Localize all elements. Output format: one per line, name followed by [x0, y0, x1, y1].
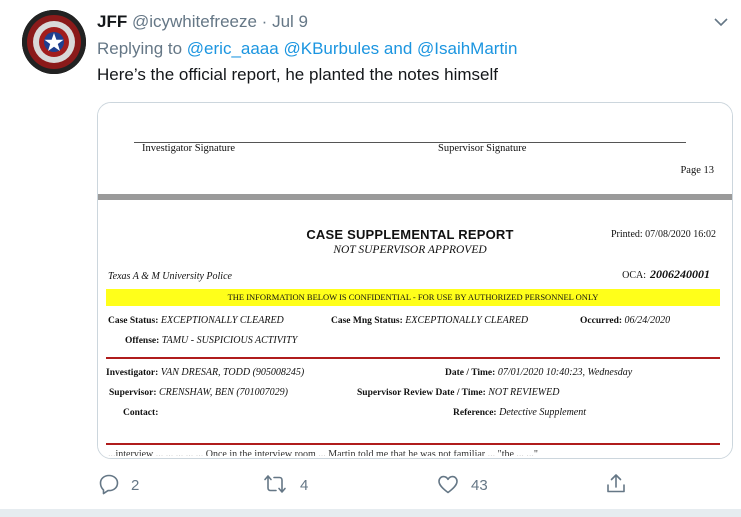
like-icon[interactable] [436, 472, 460, 496]
investigator-value: VAN DRESAR, TODD (905008245) [160, 367, 305, 378]
narrative-cutoff: ...interview ... ... ... ... ... Once in… [108, 450, 539, 456]
like-count: 43 [471, 477, 488, 494]
mention-kburbules[interactable]: @KBurbules [283, 39, 379, 58]
oca-field: OCA: 2006240001 [622, 267, 710, 282]
tweet-text: Here’s the official report, he planted t… [97, 65, 498, 84]
police-report-document: Investigator Signature Supervisor Signat… [98, 103, 732, 458]
reference-value: Detective Supplement [499, 407, 587, 418]
datetime-value: 07/01/2020 10:40:23, Wednesday [497, 367, 633, 378]
case-status-value: EXCEPTIONALLY CLEARED [160, 315, 284, 326]
case-mng-value: EXCEPTIONALLY CLEARED [405, 315, 529, 326]
supervisor-review-value: NOT REVIEWED [488, 387, 560, 398]
shield-avatar-icon [22, 10, 86, 74]
mention-eric[interactable]: @eric_aaaa [187, 39, 279, 58]
contact-label: Contact: [123, 408, 159, 418]
case-mng-row: Case Mng Status: EXCEPTIONALLY CLEARED [331, 315, 528, 326]
datetime-label: Date / Time: [445, 368, 496, 378]
avatar[interactable] [22, 10, 86, 74]
reply-count: 2 [131, 477, 140, 494]
feed-divider [0, 509, 741, 517]
case-mng-label: Case Mng Status: [331, 316, 403, 326]
case-status-label: Case Status: [108, 316, 159, 326]
supervisor-row: Supervisor: CRENSHAW, BEN (701007029) [109, 387, 288, 398]
supervisor-value: CRENSHAW, BEN (701007029) [159, 387, 288, 398]
supervisor-signature-label: Supervisor Signature [438, 143, 527, 154]
oca-label: OCA: [622, 270, 646, 281]
tweet-date[interactable]: Jul 9 [272, 12, 308, 31]
offense-row: Offense: TAMU - SUSPICIOUS ACTIVITY [125, 335, 297, 346]
replying-to-label: Replying to [97, 39, 183, 58]
tweet-image[interactable]: Investigator Signature Supervisor Signat… [97, 102, 733, 459]
investigator-row: Investigator: VAN DRESAR, TODD (90500824… [106, 367, 304, 378]
section-rule [106, 357, 720, 359]
offense-label: Offense: [125, 336, 160, 346]
tweet: JFF @icywhitefreeze · Jul 9 Replying to … [0, 0, 741, 509]
share-icon[interactable] [604, 472, 628, 496]
department-name: Texas A & M University Police [108, 271, 232, 282]
supervisor-label: Supervisor: [109, 388, 157, 398]
occurred-value: 06/24/2020 [624, 315, 671, 326]
separator-dot: · [261, 12, 268, 31]
page-number: Page 13 [680, 165, 714, 176]
confidential-banner: THE INFORMATION BELOW IS CONFIDENTIAL - … [106, 289, 720, 306]
reply-icon[interactable] [97, 472, 121, 496]
case-status-row: Case Status: EXCEPTIONALLY CLEARED [108, 315, 284, 326]
user-handle[interactable]: @icywhitefreeze [132, 12, 257, 31]
printed-date: Printed: 07/08/2020 16:02 [611, 229, 716, 240]
occurred-label: Occurred: [580, 316, 623, 326]
tweet-header: JFF @icywhitefreeze · Jul 9 [97, 12, 308, 32]
display-name[interactable]: JFF [97, 12, 127, 31]
supervisor-review-label: Supervisor Review Date / Time: [357, 388, 486, 398]
reference-row: Reference: Detective Supplement [453, 407, 586, 418]
chevron-down-icon[interactable] [711, 12, 731, 32]
oca-number: 2006240001 [650, 267, 710, 281]
occurred-row: Occurred: 06/24/2020 [580, 315, 670, 326]
mention-isaihmartin[interactable]: @IsaihMartin [417, 39, 517, 58]
page-divider [98, 194, 732, 200]
section-rule-bottom [106, 443, 720, 445]
investigator-label: Investigator: [106, 368, 159, 378]
retweet-icon[interactable] [263, 472, 287, 496]
supervisor-review-row: Supervisor Review Date / Time: NOT REVIE… [357, 387, 559, 398]
datetime-row: Date / Time: 07/01/2020 10:40:23, Wednes… [445, 367, 632, 378]
investigator-signature-label: Investigator Signature [142, 143, 236, 154]
reply-action[interactable] [97, 472, 119, 502]
reference-label: Reference: [453, 408, 497, 418]
replying-to: Replying to @eric_aaaa @KBurbules and @I… [97, 39, 517, 59]
report-subtitle: NOT SUPERVISOR APPROVED [333, 244, 487, 256]
offense-value: TAMU - SUSPICIOUS ACTIVITY [161, 335, 298, 346]
contact-row: Contact: [123, 407, 158, 418]
and-link[interactable]: and [384, 39, 412, 58]
retweet-count: 4 [300, 477, 309, 494]
